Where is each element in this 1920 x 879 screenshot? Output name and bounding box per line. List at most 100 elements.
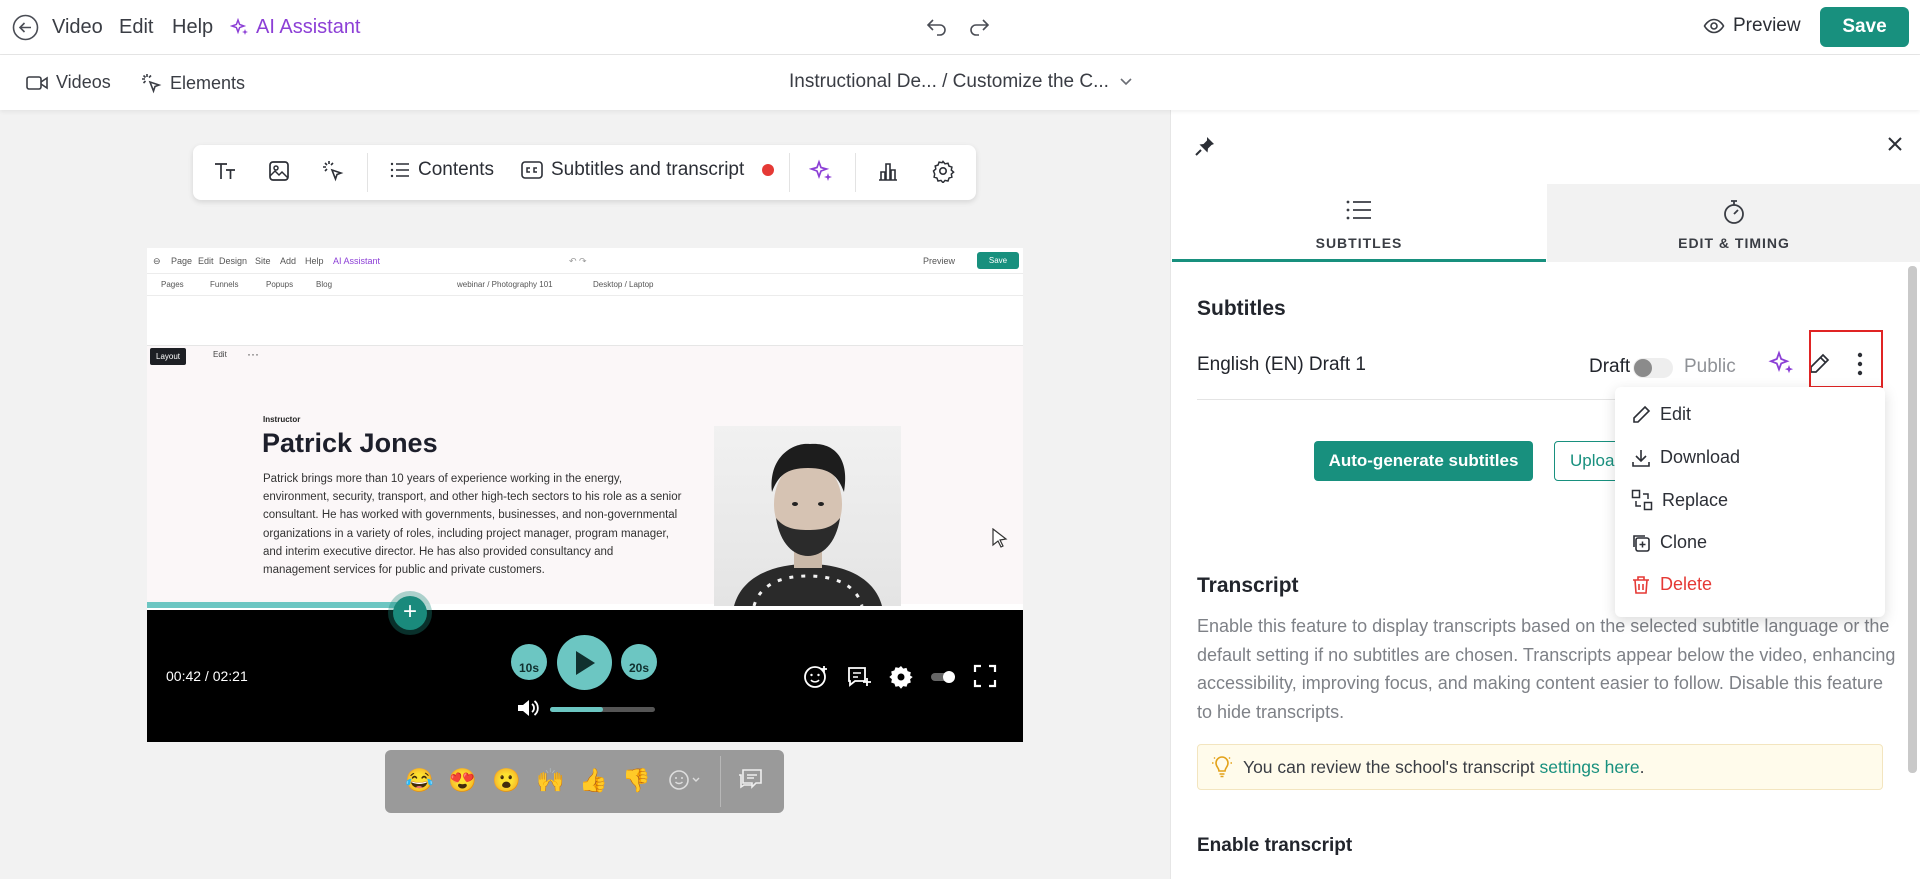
video-player[interactable]: ⊖ Page Edit Design Site Add Help AI Assi… <box>147 248 1023 742</box>
top-bar: Video Edit Help AI Assistant Preview Sav… <box>0 0 1920 55</box>
tip-text-end: . <box>1639 756 1645 777</box>
forward-button[interactable]: 20s <box>621 644 657 680</box>
mini-dots: ··· <box>247 347 259 361</box>
settings-icon[interactable] <box>888 664 914 695</box>
close-icon[interactable] <box>1887 136 1903 152</box>
toggle-knob <box>1634 359 1652 377</box>
contents-button[interactable]: Contents <box>390 159 494 181</box>
back-icon[interactable] <box>12 14 39 41</box>
comments-icon[interactable] <box>735 767 765 799</box>
rewind-button[interactable]: 10s <box>511 644 547 680</box>
chevron-down-icon <box>1119 77 1133 87</box>
click-icon[interactable] <box>321 159 345 183</box>
pin-icon[interactable] <box>1195 136 1215 156</box>
subtitle-track-name: English (EN) Draft 1 <box>1197 354 1366 375</box>
redo-icon[interactable] <box>967 15 991 39</box>
preview-button[interactable]: Preview <box>1703 15 1801 37</box>
mini-back-icon: ⊖ <box>153 256 161 266</box>
subtitles-panel: SUBTITLES EDIT & TIMING Subtitles Englis… <box>1170 110 1920 879</box>
replace-icon <box>1631 489 1653 511</box>
menu-video[interactable]: Video <box>52 16 103 39</box>
layout-chip: Layout <box>150 348 187 365</box>
toggle-icon[interactable] <box>930 668 958 691</box>
elements-label: Elements <box>170 72 246 93</box>
emoji-wow[interactable]: 😮 <box>492 767 521 794</box>
menu-item-edit-label: Edit <box>1660 404 1692 424</box>
sparkle-icon[interactable] <box>1768 350 1796 378</box>
forward-label: 20s <box>628 661 650 675</box>
elements-tab[interactable]: Elements <box>140 72 245 94</box>
list-icon <box>390 160 410 180</box>
mini-tab-funnels: Funnels <box>210 280 239 289</box>
sparkle-icon[interactable] <box>809 159 835 185</box>
gear-icon[interactable] <box>931 159 955 183</box>
mini-edit-chip: Edit <box>213 350 227 359</box>
mini-tab-blog: Blog <box>316 280 333 289</box>
comment-add-icon[interactable] <box>846 664 872 695</box>
highlight-box <box>1809 330 1883 388</box>
stopwatch-icon <box>1722 199 1746 225</box>
undo-icon[interactable] <box>925 15 949 39</box>
trash-icon <box>1631 575 1651 595</box>
divider <box>1197 399 1659 400</box>
auto-generate-subtitles-button[interactable]: Auto-generate subtitles <box>1314 441 1533 481</box>
menu-item-delete[interactable]: Delete <box>1631 574 1712 595</box>
cursor-click-icon <box>140 72 162 94</box>
mini-nav-edit: Edit <box>198 256 214 266</box>
image-icon[interactable] <box>267 159 291 183</box>
tab-edit-timing-label: EDIT & TIMING <box>1678 235 1790 251</box>
emoji-thumbs-down[interactable]: 👎 <box>622 767 651 794</box>
video-camera-icon <box>26 74 48 92</box>
add-marker-button[interactable]: + <box>393 596 427 630</box>
subtitles-heading: Subtitles <box>1197 297 1286 320</box>
menu-item-download[interactable]: Download <box>1631 447 1740 468</box>
videos-label: Videos <box>56 72 111 92</box>
text-size-icon[interactable] <box>213 159 237 183</box>
menu-item-clone[interactable]: Clone <box>1631 532 1707 553</box>
panel-scrollbar[interactable] <box>1908 266 1917 773</box>
menu-item-replace[interactable]: Replace <box>1631 489 1728 511</box>
menu-item-download-label: Download <box>1660 447 1741 467</box>
menu-edit[interactable]: Edit <box>119 16 153 39</box>
mini-nav-ai: AI Assistant <box>333 256 381 266</box>
menu-item-replace-label: Replace <box>1662 489 1729 510</box>
pencil-icon <box>1631 405 1651 425</box>
reaction-add-icon[interactable] <box>803 664 829 695</box>
preview-label: Preview <box>1733 15 1801 36</box>
draft-public-toggle[interactable] <box>1633 358 1673 378</box>
subtitle-options-menu: Edit Download Replace Clone Delete <box>1615 387 1885 617</box>
menu-item-edit[interactable]: Edit <box>1631 404 1691 425</box>
emoji-thumbs-up[interactable]: 👍 <box>579 767 608 794</box>
mini-nav-site: Site <box>255 256 271 266</box>
subtitles-transcript-button[interactable]: Subtitles and transcript <box>521 159 775 181</box>
breadcrumb[interactable]: Instructional De... / Customize the C... <box>789 71 1133 93</box>
emoji-raised-hands[interactable]: 🙌 <box>536 767 565 794</box>
tab-edit-timing[interactable]: EDIT & TIMING <box>1547 184 1920 262</box>
emoji-picker-icon[interactable] <box>668 768 702 798</box>
volume-icon[interactable] <box>515 696 541 720</box>
list-icon <box>1346 199 1372 221</box>
cc-icon <box>521 161 543 179</box>
sparkle-icon <box>230 17 250 38</box>
play-icon <box>573 649 597 677</box>
menu-help[interactable]: Help <box>172 16 213 39</box>
ai-assistant-menu[interactable]: AI Assistant <box>230 16 361 39</box>
eye-icon <box>1703 15 1725 37</box>
volume-slider[interactable] <box>550 707 655 712</box>
emoji-heart-eyes[interactable]: 😍 <box>448 767 477 794</box>
save-button[interactable]: Save <box>1820 7 1909 47</box>
videos-tab[interactable]: Videos <box>26 72 111 93</box>
emoji-laugh[interactable]: 😂 <box>405 767 434 794</box>
settings-link[interactable]: settings here <box>1539 757 1639 777</box>
video-progress-bar[interactable] <box>147 602 410 608</box>
draft-label: Draft <box>1589 356 1631 377</box>
contents-label: Contents <box>418 159 495 180</box>
fullscreen-icon[interactable] <box>973 664 997 693</box>
instructor-bio: Patrick brings more than 10 years of exp… <box>263 473 682 577</box>
mini-tab-pages: Pages <box>161 280 184 289</box>
tab-subtitles[interactable]: SUBTITLES <box>1172 184 1546 262</box>
menu-item-delete-label: Delete <box>1660 574 1713 594</box>
play-button[interactable] <box>557 635 612 690</box>
mini-breadcrumb: webinar / Photography 101 <box>457 280 553 289</box>
chart-icon[interactable] <box>876 159 900 183</box>
